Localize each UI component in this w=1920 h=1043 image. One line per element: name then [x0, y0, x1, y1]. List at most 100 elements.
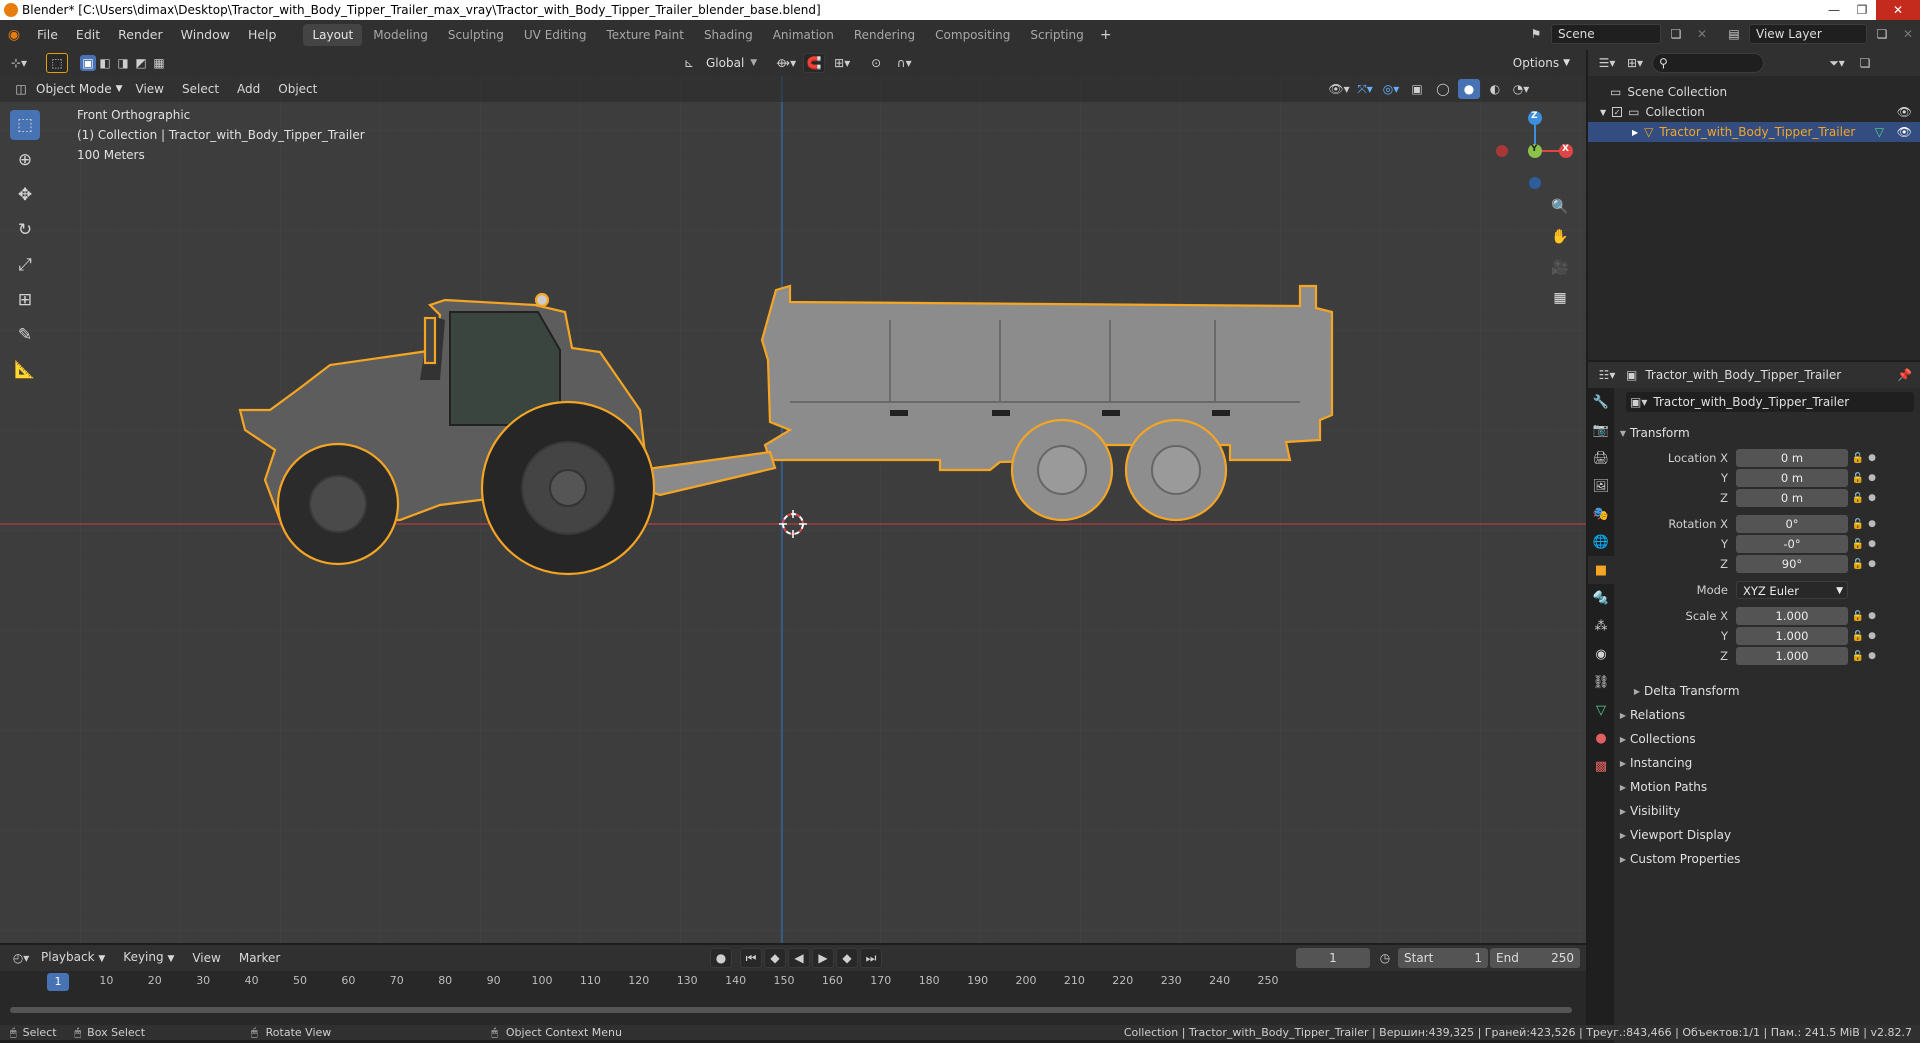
properties-editor-type-icon[interactable]: ☷▾: [1596, 365, 1618, 385]
pivot-point-icon[interactable]: ⟴▾: [775, 53, 797, 73]
display-mode-icon[interactable]: ⊞▾: [1624, 53, 1646, 73]
editor-type-icon[interactable]: ⊹▾: [8, 53, 30, 73]
outliner-editor-type-icon[interactable]: ☰▾: [1596, 53, 1618, 73]
delta-transform-subpanel[interactable]: ▶ Delta Transform: [1630, 680, 1920, 702]
lock-icon[interactable]: 🔓: [1850, 473, 1866, 484]
proportional-falloff-icon[interactable]: ∩▾: [893, 53, 915, 73]
rendered-shading-icon[interactable]: ◔▾: [1510, 79, 1532, 99]
visibility-panel-header[interactable]: ▶ Visibility: [1616, 800, 1916, 822]
select-mode-subtract-icon[interactable]: ◨: [114, 53, 132, 73]
mesh-data-tab-icon[interactable]: ▽: [1588, 696, 1614, 724]
tab-scripting[interactable]: Scripting: [1021, 24, 1092, 46]
transform-tool-icon[interactable]: ⊞: [10, 285, 40, 315]
menu-help[interactable]: Help: [239, 20, 286, 50]
eye-icon[interactable]: 👁: [1897, 105, 1912, 119]
tab-sculpting[interactable]: Sculpting: [439, 24, 513, 46]
pan-hand-icon[interactable]: ✋: [1548, 225, 1572, 249]
cursor-tool-icon[interactable]: ⊕: [10, 145, 40, 175]
orientation-dropdown[interactable]: Global: [706, 56, 744, 70]
3d-viewport[interactable]: Z X Y ◫ Object Mode ▼ View Select Add Obj…: [0, 50, 1586, 943]
solid-shading-icon[interactable]: ●: [1458, 79, 1480, 99]
collections-panel-header[interactable]: ▶ Collections: [1616, 728, 1916, 750]
view-layer-icon[interactable]: ▤: [1723, 24, 1745, 44]
object-mode-dropdown[interactable]: Object Mode ▼: [32, 79, 127, 99]
viewport-menu-add[interactable]: Add: [228, 76, 269, 102]
play-icon[interactable]: ▶: [812, 948, 834, 968]
particles-tab-icon[interactable]: ⁂: [1588, 612, 1614, 640]
rotate-tool-icon[interactable]: ↻: [10, 215, 40, 245]
current-frame-field[interactable]: 1: [1296, 948, 1370, 968]
outliner-scene-collection[interactable]: ▭ Scene Collection: [1588, 82, 1920, 102]
frame-ruler[interactable]: 1 10 20 30 40 50 60 70 80 90 100 110 120 130 140 150 16…: [0, 971, 1586, 993]
output-tab-icon[interactable]: 🖨: [1588, 444, 1614, 472]
instancing-panel-header[interactable]: ▶ Instancing: [1616, 752, 1916, 774]
scale-y-field[interactable]: 1.000: [1736, 627, 1848, 645]
rotation-z-field[interactable]: 90°: [1736, 555, 1848, 573]
modifier-tab-icon[interactable]: 🔩: [1588, 584, 1614, 612]
texture-tab-icon[interactable]: ▩: [1588, 752, 1614, 780]
delete-view-layer-icon[interactable]: ✕: [1897, 24, 1919, 44]
tab-shading[interactable]: Shading: [695, 24, 762, 46]
close-button[interactable]: ✕: [1876, 0, 1920, 20]
lock-icon[interactable]: 🔓: [1850, 611, 1866, 622]
gizmo-toggle-icon[interactable]: ⤧▾: [1354, 79, 1376, 99]
timeline-menu-playback[interactable]: Playback ▼: [32, 944, 114, 972]
select-mode-invert-icon[interactable]: ◩: [132, 53, 150, 73]
object-name-field[interactable]: ▣▾ Tractor_with_Body_Tipper_Trailer: [1626, 392, 1914, 412]
blender-menu-icon[interactable]: ◉: [0, 27, 28, 43]
lock-icon[interactable]: 🔓: [1850, 493, 1866, 504]
snap-settings-icon[interactable]: ⊞▾: [831, 53, 853, 73]
timeline-track-area[interactable]: [0, 993, 1586, 1025]
keyframe-dot-icon[interactable]: ●: [1866, 493, 1878, 503]
ortho-toggle-icon[interactable]: ▦: [1548, 286, 1572, 310]
camera-view-icon[interactable]: 🎥: [1548, 256, 1572, 280]
rotation-mode-dropdown[interactable]: XYZ Euler ▼: [1736, 581, 1848, 599]
lock-icon[interactable]: 🔓: [1850, 559, 1866, 570]
world-tab-icon[interactable]: 🌐: [1588, 528, 1614, 556]
tab-uv-editing[interactable]: UV Editing: [515, 24, 596, 46]
location-z-field[interactable]: 0 m: [1736, 489, 1848, 507]
keyframe-dot-icon[interactable]: ●: [1866, 519, 1878, 529]
keyframe-dot-icon[interactable]: ●: [1866, 631, 1878, 641]
clock-icon[interactable]: ◷: [1374, 948, 1396, 968]
view-layer-tab-icon[interactable]: 🖼: [1588, 472, 1614, 500]
record-icon[interactable]: ●: [710, 948, 732, 968]
snap-toggle-icon[interactable]: 🧲: [803, 53, 826, 73]
viewport-display-panel-header[interactable]: ▶ Viewport Display: [1616, 824, 1916, 846]
relations-panel-header[interactable]: ▶ Relations: [1616, 704, 1916, 726]
viewport-menu-select[interactable]: Select: [173, 76, 228, 102]
timeline-menu-keying[interactable]: Keying ▼: [114, 944, 183, 972]
play-reverse-icon[interactable]: ◀: [788, 948, 810, 968]
new-scene-icon[interactable]: ❏: [1665, 24, 1687, 44]
expand-down-icon[interactable]: ▼: [1600, 108, 1606, 117]
collection-checkbox[interactable]: ✓: [1612, 107, 1623, 117]
next-keyframe-icon[interactable]: ◆: [836, 948, 858, 968]
zoom-icon[interactable]: 🔍: [1548, 195, 1572, 219]
location-x-field[interactable]: 0 m: [1736, 449, 1848, 467]
timeline-menu-view[interactable]: View: [183, 945, 229, 971]
measure-tool-icon[interactable]: 📐: [10, 355, 40, 385]
render-tab-icon[interactable]: 📷: [1588, 416, 1614, 444]
minimize-button[interactable]: —: [1820, 0, 1848, 20]
select-box-tool-icon[interactable]: ⬚: [10, 110, 40, 140]
menu-edit[interactable]: Edit: [67, 20, 109, 50]
tab-texture-paint[interactable]: Texture Paint: [598, 24, 693, 46]
outliner-collection[interactable]: ▼ ✓ ▭ Collection 👁: [1588, 102, 1920, 122]
tool-tab-icon[interactable]: 🔧: [1588, 388, 1614, 416]
rotation-y-field[interactable]: -0°: [1736, 535, 1848, 553]
timeline-scrollbar[interactable]: [10, 1007, 1572, 1013]
prev-keyframe-icon[interactable]: ◆: [764, 948, 786, 968]
keyframe-dot-icon[interactable]: ●: [1866, 473, 1878, 483]
xray-icon[interactable]: ▣: [1406, 79, 1428, 99]
start-frame-field[interactable]: Start 1: [1398, 948, 1488, 968]
view-layer-selector[interactable]: View Layer: [1749, 24, 1867, 44]
keyframe-dot-icon[interactable]: ●: [1866, 453, 1878, 463]
keyframe-dot-icon[interactable]: ●: [1866, 651, 1878, 661]
orientation-icon[interactable]: ⊾: [678, 53, 700, 73]
playhead[interactable]: 1: [47, 973, 69, 991]
tab-layout[interactable]: Layout: [303, 24, 363, 46]
constraints-tab-icon[interactable]: ⛓: [1588, 668, 1614, 696]
annotate-tool-icon[interactable]: ✎: [10, 320, 40, 350]
viewport-menu-object[interactable]: Object: [269, 76, 326, 102]
add-workspace-icon[interactable]: +: [1095, 25, 1117, 45]
